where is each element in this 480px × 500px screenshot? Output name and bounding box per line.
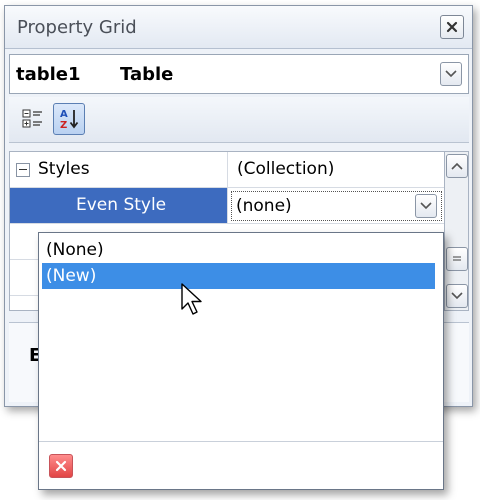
property-value: (none): [236, 196, 292, 216]
mouse-cursor-icon: [181, 283, 202, 315]
dropdown-item-none[interactable]: (None): [42, 237, 435, 263]
object-type: Table: [120, 64, 174, 85]
alphabetical-sort-button[interactable]: A Z: [53, 103, 85, 135]
grip-icon: [453, 256, 461, 261]
dropdown-footer: [39, 441, 443, 489]
property-value: (Collection): [237, 159, 335, 179]
property-name-cell: Even Style: [10, 188, 228, 223]
categorized-button[interactable]: [17, 103, 49, 135]
collapse-icon[interactable]: [16, 163, 30, 177]
chevron-down-icon: [451, 292, 463, 300]
object-selector-dropdown-button[interactable]: [440, 62, 462, 86]
vertical-scrollbar[interactable]: [445, 151, 469, 311]
chevron-up-icon: [451, 162, 463, 170]
toolbar: A Z: [9, 97, 469, 143]
chevron-down-icon: [420, 202, 432, 210]
categorized-icon: [22, 109, 42, 128]
sort-az-icon: A Z: [60, 109, 79, 131]
delete-icon: [55, 460, 67, 472]
value-dropdown-button[interactable]: [415, 194, 437, 218]
property-name: Even Style: [76, 195, 167, 215]
scroll-thumb[interactable]: [446, 247, 468, 271]
title-bar[interactable]: Property Grid: [5, 6, 472, 49]
value-editor[interactable]: (none): [231, 191, 442, 221]
window-title: Property Grid: [17, 17, 137, 38]
property-name-cell: Styles: [10, 152, 228, 187]
dropdown-item-new[interactable]: (New): [42, 263, 435, 289]
property-value-cell: (none): [229, 188, 444, 223]
property-name: Styles: [38, 159, 90, 179]
object-name: table1: [16, 64, 81, 85]
grid-row-even-style[interactable]: Even Style (none): [10, 188, 444, 224]
scroll-down-button[interactable]: [446, 284, 468, 308]
style-dropdown-list: (None) (New): [38, 232, 444, 490]
svg-text:Z: Z: [60, 120, 67, 131]
property-value-cell: (Collection): [229, 152, 444, 187]
close-button[interactable]: [440, 15, 464, 39]
scroll-up-button[interactable]: [446, 154, 468, 178]
close-icon: [446, 21, 458, 33]
chevron-down-icon: [445, 70, 457, 78]
object-selector[interactable]: table1 Table: [9, 54, 469, 94]
grid-row-styles[interactable]: Styles (Collection): [10, 152, 444, 188]
delete-style-button[interactable]: [49, 454, 73, 478]
svg-text:A: A: [60, 109, 68, 120]
